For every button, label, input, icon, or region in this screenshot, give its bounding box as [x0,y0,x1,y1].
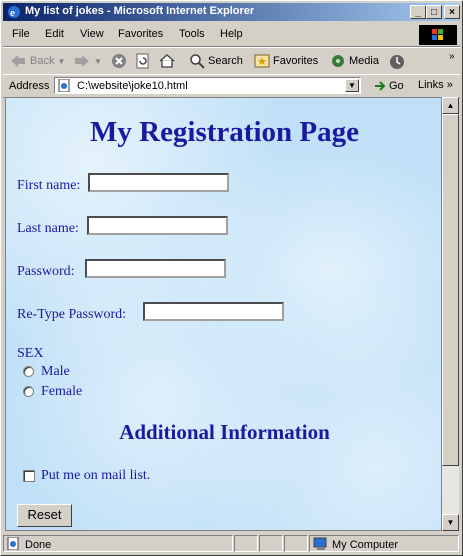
favorites-star-icon [254,54,270,68]
toolbar-chevron-icon[interactable]: » [449,51,455,62]
go-button[interactable]: Go [373,79,404,93]
search-label: Search [208,55,243,67]
stop-icon [112,54,126,68]
page-done-icon [7,537,19,550]
status-bar: Done My Computer [3,534,460,553]
password-label: Password: [17,264,75,279]
my-computer-icon [313,537,327,550]
go-arrow-icon [375,81,386,91]
additional-info-heading: Additional Information [119,420,330,444]
forward-dropdown-icon[interactable]: ▼ [94,57,102,66]
address-value: C:\website\joke10.html [77,80,188,92]
page-content: My Registration Page First name: Last na… [5,97,442,531]
status-main-panel: Done [3,535,233,552]
refresh-icon [136,53,149,69]
male-label: Male [41,364,70,379]
browser-window: e My list of jokes - Microsoft Internet … [0,0,463,556]
password-field[interactable] [85,259,226,278]
forward-button[interactable]: ▼ [73,53,102,69]
page-icon [58,79,70,92]
female-radio[interactable] [23,386,34,397]
standard-toolbar: Back ▼ ▼ Search Favorites Media » [3,47,460,75]
retype-password-label: Re-Type Password: [17,307,127,322]
vertical-scrollbar[interactable]: ▲ ▼ [442,97,459,531]
favorites-label: Favorites [273,55,319,67]
back-arrow-icon [11,55,25,67]
home-button[interactable] [159,53,175,69]
refresh-button[interactable] [135,53,151,69]
history-button[interactable] [388,53,406,71]
retype-password-field[interactable] [143,302,284,321]
back-button[interactable]: Back ▼ [9,53,65,69]
first-name-label: First name: [17,178,81,193]
status-panel-3 [284,535,308,552]
reset-button[interactable]: Reset [17,504,72,527]
menu-view[interactable]: View [80,28,104,40]
home-icon [159,54,175,68]
stop-button[interactable] [111,53,127,69]
maximize-button[interactable]: □ [426,5,442,19]
minimize-button[interactable]: _ [410,5,426,19]
windows-logo-icon [419,25,457,45]
status-text: Done [25,539,52,551]
forward-arrow-icon [75,55,89,67]
address-label: Address [9,80,50,92]
media-icon [332,55,344,67]
address-input[interactable]: C:\website\joke10.html ▼ [54,77,361,94]
history-icon [390,55,404,69]
title-bar: e My list of jokes - Microsoft Internet … [3,3,460,21]
menu-tools[interactable]: Tools [179,28,205,40]
menu-edit[interactable]: Edit [45,28,64,40]
back-dropdown-icon[interactable]: ▼ [57,57,65,66]
window-title: My list of jokes - Microsoft Internet Ex… [25,5,255,17]
female-label: Female [41,384,83,399]
menu-help[interactable]: Help [220,28,243,40]
address-bar: Address C:\website\joke10.html ▼ Go Link… [3,74,460,98]
address-dropdown-icon[interactable]: ▼ [345,79,359,92]
page-title: My Registration Page [90,116,359,148]
scroll-thumb[interactable] [442,114,459,466]
zone-text: My Computer [332,539,399,551]
close-button[interactable]: × [444,5,460,19]
scroll-up-icon[interactable]: ▲ [442,97,459,114]
search-button[interactable]: Search [189,53,243,69]
sex-label: SEX [17,346,44,361]
back-label: Back [30,55,55,67]
media-button[interactable]: Media [330,53,379,69]
menu-file[interactable]: File [12,28,30,40]
links-label[interactable]: Links » [418,79,453,91]
mail-list-label: Put me on mail list. [41,468,151,483]
go-label: Go [389,80,404,92]
internet-explorer-icon: e [8,6,20,19]
menu-bar: File Edit View Favorites Tools Help [3,24,460,47]
svg-text:e: e [10,7,15,19]
first-name-field[interactable] [88,173,229,192]
search-icon [190,54,205,69]
mail-list-checkbox[interactable] [23,470,35,482]
status-panel-2 [259,535,283,552]
last-name-label: Last name: [17,221,79,236]
male-radio[interactable] [23,366,34,377]
last-name-field[interactable] [87,216,228,235]
menu-favorites[interactable]: Favorites [118,28,163,40]
status-zone-panel: My Computer [309,535,459,552]
status-panel-1 [234,535,258,552]
media-label: Media [349,55,379,67]
favorites-button[interactable]: Favorites [254,53,318,69]
scroll-down-icon[interactable]: ▼ [442,514,459,531]
